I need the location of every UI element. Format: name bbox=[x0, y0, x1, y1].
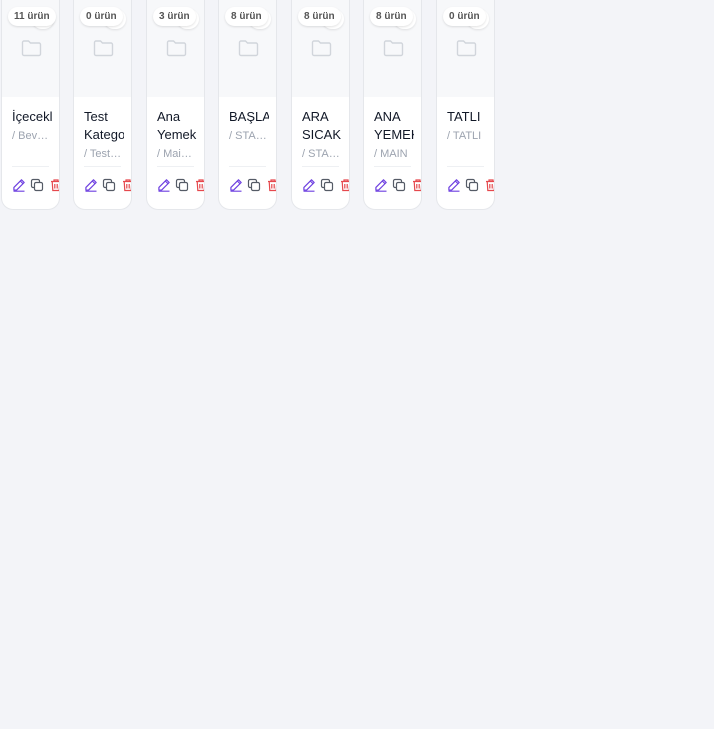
copy-icon[interactable] bbox=[102, 178, 116, 192]
category-thumbnail: 11 ürün bbox=[2, 0, 59, 97]
category-slug: / Beverages bbox=[12, 130, 52, 142]
folder-icon bbox=[21, 40, 42, 57]
folder-icon bbox=[456, 40, 477, 57]
trash-icon[interactable] bbox=[49, 178, 59, 192]
copy-icon[interactable] bbox=[30, 178, 44, 192]
folder-icon bbox=[238, 40, 259, 57]
trash-icon[interactable] bbox=[266, 178, 276, 192]
pencil-icon[interactable] bbox=[12, 178, 26, 192]
copy-icon[interactable] bbox=[392, 178, 406, 192]
divider bbox=[12, 166, 49, 167]
copy-icon[interactable] bbox=[465, 178, 479, 192]
category-card[interactable]: 8 ürün ANA YEMEK / MAIN bbox=[363, 0, 422, 210]
product-count-badge: 3 ürün bbox=[153, 7, 196, 26]
category-thumbnail: 8 ürün bbox=[364, 0, 421, 97]
product-count-badge: 11 ürün bbox=[8, 7, 56, 26]
copy-icon[interactable] bbox=[175, 178, 189, 192]
divider bbox=[374, 166, 411, 167]
category-card[interactable]: 8 ürün ARA SICAK / STARTERS bbox=[291, 0, 350, 210]
pencil-icon[interactable] bbox=[302, 178, 316, 192]
folder-icon bbox=[311, 40, 332, 57]
product-count-badge: 8 ürün bbox=[225, 7, 268, 26]
copy-icon[interactable] bbox=[247, 178, 261, 192]
category-name: BAŞLANGIÇ bbox=[229, 109, 269, 124]
divider bbox=[157, 166, 194, 167]
divider bbox=[447, 166, 484, 167]
category-name: ARA SICAK bbox=[302, 109, 342, 142]
category-slug: / Main Course bbox=[157, 148, 197, 160]
pencil-icon[interactable] bbox=[447, 178, 461, 192]
category-thumbnail: 0 ürün bbox=[437, 0, 494, 97]
category-name: Test Kategori bbox=[84, 109, 124, 142]
category-name: İçecekler bbox=[12, 109, 52, 124]
category-slug: / MAIN bbox=[374, 148, 408, 160]
copy-icon[interactable] bbox=[320, 178, 334, 192]
category-slug: / STARTERS bbox=[302, 148, 342, 160]
category-card[interactable]: 8 ürün BAŞLANGIÇ / START bbox=[218, 0, 277, 210]
divider bbox=[84, 166, 121, 167]
divider bbox=[229, 166, 266, 167]
product-count-badge: 8 ürün bbox=[370, 7, 413, 26]
trash-icon[interactable] bbox=[194, 178, 204, 192]
product-count-badge: 8 ürün bbox=[298, 7, 341, 26]
product-count-badge: 0 ürün bbox=[443, 7, 486, 26]
category-thumbnail: 3 ürün bbox=[147, 0, 204, 97]
category-name: ANA YEMEK bbox=[374, 109, 414, 142]
pencil-icon[interactable] bbox=[229, 178, 243, 192]
category-slug: / START bbox=[229, 130, 269, 142]
category-thumbnail: 8 ürün bbox=[292, 0, 349, 97]
folder-icon bbox=[93, 40, 114, 57]
category-slug: / Test Category bbox=[84, 148, 124, 160]
category-name: TATLI bbox=[447, 109, 481, 124]
pencil-icon[interactable] bbox=[84, 178, 98, 192]
pencil-icon[interactable] bbox=[157, 178, 171, 192]
category-name: Ana Yemek bbox=[157, 109, 197, 142]
category-thumbnail: 0 ürün bbox=[74, 0, 131, 97]
product-count-badge: 0 ürün bbox=[80, 7, 123, 26]
category-card[interactable]: 11 ürün İçecekler / Beverages bbox=[1, 0, 60, 210]
trash-icon[interactable] bbox=[484, 178, 494, 192]
folder-icon bbox=[383, 40, 404, 57]
category-thumbnail: 8 ürün bbox=[219, 0, 276, 97]
category-card[interactable]: 3 ürün Ana Yemek / Main Course bbox=[146, 0, 205, 210]
category-card[interactable]: 0 ürün TATLI / TATLI bbox=[436, 0, 495, 210]
trash-icon[interactable] bbox=[121, 178, 131, 192]
category-card[interactable]: 0 ürün Test Kategori / Test Category bbox=[73, 0, 132, 210]
folder-icon bbox=[166, 40, 187, 57]
trash-icon[interactable] bbox=[339, 178, 349, 192]
trash-icon[interactable] bbox=[411, 178, 421, 192]
divider bbox=[302, 166, 339, 167]
pencil-icon[interactable] bbox=[374, 178, 388, 192]
category-slug: / TATLI bbox=[447, 130, 482, 142]
